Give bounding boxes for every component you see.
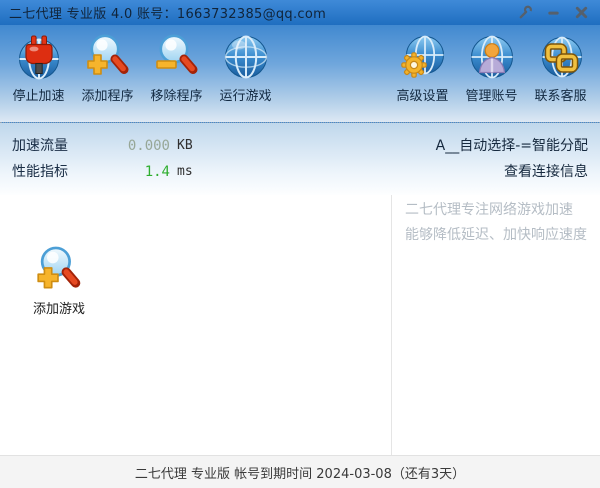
- view-connection-link[interactable]: 查看连接信息: [436, 159, 588, 185]
- add-game-icon: [37, 246, 81, 289]
- window-controls: [516, 4, 591, 22]
- traffic-value: 0.000: [127, 138, 170, 154]
- expiry-status-text: 二七代理 专业版 帐号到期时间 2024-03-08（还有3天）: [134, 466, 466, 482]
- toolbar-button-label: 添加程序: [81, 89, 134, 104]
- manage-account-icon: [470, 35, 513, 79]
- traffic-label: 加速流量: [12, 138, 68, 154]
- advanced-settings-icon: [400, 35, 444, 78]
- ping-value: 1.4: [144, 164, 170, 180]
- stop-acceleration-button[interactable]: 停止加速: [4, 32, 73, 104]
- skin-settings-button[interactable]: [516, 4, 535, 22]
- add-game-label: 添加游戏: [32, 302, 85, 317]
- app-window: 二七代理 专业版 4.0 账号：1663732385@qq.com 停止加速 添…: [0, 0, 600, 488]
- promo-line-2: 能够降低延迟、加快响应速度: [405, 227, 587, 243]
- toolbar-button-label: 运行游戏: [219, 89, 272, 104]
- toolbar-button-label: 停止加速: [12, 89, 65, 104]
- ping-label: 性能指标: [12, 164, 68, 180]
- close-button[interactable]: [572, 4, 591, 22]
- traffic-unit: KB: [177, 138, 193, 153]
- add-program-icon: [86, 34, 128, 75]
- metrics-panel: 加速流量 0.000 KB 性能指标 1.4 ms: [12, 133, 193, 195]
- toolbar-right-group: 高级设置 管理账号 联系客服: [388, 32, 595, 104]
- traffic-row: 加速流量 0.000 KB: [12, 133, 193, 159]
- promo-line-1: 二七代理专注网络游戏加速: [405, 202, 573, 218]
- ping-row: 性能指标 1.4 ms: [12, 159, 193, 185]
- wrench-icon: [519, 5, 532, 19]
- add-program-button[interactable]: 添加程序: [73, 32, 142, 104]
- toolbar-button-label: 管理账号: [465, 89, 518, 104]
- promo-panel: 二七代理专注网络游戏加速 能够降低延迟、加快响应速度: [392, 195, 600, 455]
- ping-unit: ms: [177, 164, 193, 179]
- manage-account-button[interactable]: 管理账号: [457, 32, 526, 104]
- main-area: 添加游戏 二七代理专注网络游戏加速 能够降低延迟、加快响应速度: [0, 195, 600, 455]
- game-list-area: 添加游戏: [0, 195, 392, 455]
- stop-acceleration-icon: [18, 35, 59, 80]
- info-strip: 加速流量 0.000 KB 性能指标 1.4 ms A__自动选择-=智能分配 …: [0, 123, 600, 195]
- toolbar-button-label: 移除程序: [150, 89, 203, 104]
- close-icon: [575, 6, 588, 19]
- server-selection-line[interactable]: A__自动选择-=智能分配: [436, 133, 588, 159]
- toolbar-button-label: 高级设置: [396, 89, 449, 104]
- contact-support-icon: [541, 36, 582, 78]
- minimize-button[interactable]: [544, 4, 563, 22]
- run-game-button[interactable]: 运行游戏: [211, 32, 280, 104]
- minimize-icon: [548, 11, 559, 15]
- connection-panel: A__自动选择-=智能分配 查看连接信息: [436, 133, 588, 195]
- contact-support-button[interactable]: 联系客服: [526, 32, 595, 104]
- toolbar-left-group: 停止加速 添加程序 移除程序 运行游戏: [4, 32, 280, 104]
- toolbar: 停止加速 添加程序 移除程序 运行游戏 高级设置 管理账号 联系客服: [0, 25, 600, 123]
- window-title: 二七代理 专业版 4.0 账号：1663732385@qq.com: [9, 7, 327, 22]
- remove-program-icon: [155, 34, 197, 74]
- run-game-icon: [224, 35, 267, 79]
- title-bar: 二七代理 专业版 4.0 账号：1663732385@qq.com: [0, 0, 600, 25]
- toolbar-button-label: 联系客服: [534, 89, 587, 104]
- add-game-button[interactable]: 添加游戏: [26, 244, 92, 317]
- remove-program-button[interactable]: 移除程序: [142, 32, 211, 104]
- advanced-settings-button[interactable]: 高级设置: [388, 32, 457, 104]
- status-bar: 二七代理 专业版 帐号到期时间 2024-03-08（还有3天）: [0, 455, 600, 488]
